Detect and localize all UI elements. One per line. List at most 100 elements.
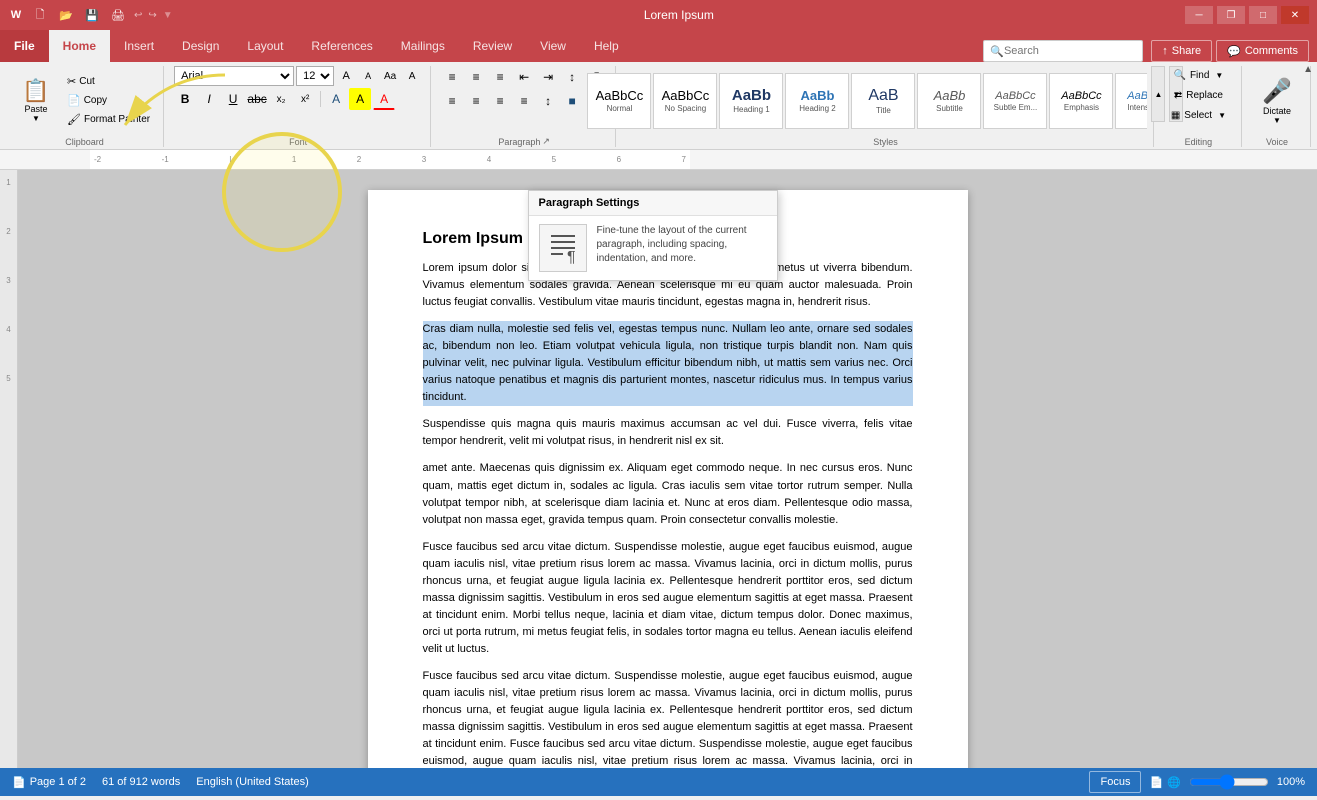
align-right-button[interactable]: ≡ <box>489 90 511 112</box>
word-count[interactable]: 61 of 912 words <box>102 776 180 788</box>
style-subtle-emphasis[interactable]: AaBbCc Subtle Em... <box>983 73 1047 129</box>
highlight-button[interactable]: A <box>349 88 371 110</box>
focus-button[interactable]: Focus <box>1089 771 1141 793</box>
increase-indent-button[interactable]: ⇥ <box>537 66 559 88</box>
page-status[interactable]: 📄 Page 1 of 2 <box>12 776 86 789</box>
style-no-spacing[interactable]: AaBbCc No Spacing <box>653 73 717 129</box>
maximize-button[interactable]: □ <box>1249 6 1277 24</box>
open-button[interactable]: 📂 <box>56 5 76 25</box>
more-button[interactable]: ▼ <box>163 10 173 21</box>
document-paragraph-5[interactable]: Fusce faucibus sed arcu vitae dictum. Su… <box>423 539 913 658</box>
close-button[interactable]: ✕ <box>1281 6 1309 24</box>
replace-button[interactable]: ⇄ Replace <box>1167 86 1230 104</box>
select-dropdown[interactable]: ▼ <box>1218 111 1226 120</box>
share-button[interactable]: ↑ Share <box>1151 40 1212 62</box>
zoom-slider[interactable] <box>1189 774 1269 790</box>
undo-button[interactable]: ↩ <box>134 10 142 21</box>
web-view-icon[interactable]: 🌐 <box>1167 776 1181 789</box>
center-button[interactable]: ≡ <box>465 90 487 112</box>
style-subtle-emphasis-label: Subtle Em... <box>994 103 1038 112</box>
tab-layout[interactable]: Layout <box>233 30 297 62</box>
language-status[interactable]: English (United States) <box>196 776 309 788</box>
ruler-mark-4: 4 <box>487 155 491 164</box>
document-area[interactable]: Paragraph Settings ¶ Fine-tune the layou… <box>18 170 1317 768</box>
style-emphasis-preview: AaBbCc <box>1061 90 1101 102</box>
document-paragraph-4[interactable]: amet ante. Maecenas quis dignissim ex. A… <box>423 460 913 528</box>
side-ruler-1: 1 <box>6 178 10 187</box>
tab-help[interactable]: Help <box>580 30 633 62</box>
document-page[interactable]: Paragraph Settings ¶ Fine-tune the layou… <box>368 190 968 768</box>
dictate-button[interactable]: 🎤 Dictate ▼ <box>1252 73 1302 129</box>
text-effect-button[interactable]: A <box>325 88 347 110</box>
italic-button[interactable]: I <box>198 88 220 110</box>
style-heading2-label: Heading 2 <box>799 104 835 113</box>
multilevel-button[interactable]: ≡ <box>489 66 511 88</box>
clipboard-group: 📋 Paste ▼ ✂ Cut 📄 Copy 🖌 Format Painter <box>6 66 164 147</box>
tab-insert[interactable]: Insert <box>110 30 168 62</box>
font-shrink-button[interactable]: A <box>358 66 378 86</box>
save-button[interactable]: 💾 <box>82 5 102 25</box>
zoom-level: 100% <box>1277 776 1305 788</box>
font-grow-button[interactable]: A <box>336 66 356 86</box>
find-button[interactable]: 🔍 Find ▼ <box>1167 66 1231 84</box>
style-subtitle[interactable]: AaBb Subtitle <box>917 73 981 129</box>
find-dropdown[interactable]: ▼ <box>1215 71 1223 80</box>
ruler-mark-2: 2 <box>357 155 361 164</box>
subscript-button[interactable]: x₂ <box>270 88 292 110</box>
superscript-button[interactable]: x² <box>294 88 316 110</box>
tab-review[interactable]: Review <box>459 30 526 62</box>
bullets-button[interactable]: ≡ <box>441 66 463 88</box>
redo-button[interactable]: ↪ <box>148 10 156 21</box>
tab-file[interactable]: File <box>0 30 49 62</box>
shading-button[interactable]: ■ <box>561 90 583 112</box>
select-button[interactable]: ▦ Select ▼ <box>1164 106 1233 124</box>
style-heading2[interactable]: AaBb Heading 2 <box>785 73 849 129</box>
paste-button[interactable]: 📋 Paste ▼ <box>14 73 58 129</box>
tab-home[interactable]: Home <box>49 30 110 62</box>
para-settings-icon[interactable]: ↗ <box>542 136 550 147</box>
style-intense-emphasis[interactable]: AaBbCc Intense E... <box>1115 73 1147 129</box>
print-view-icon[interactable]: 📄 <box>1149 776 1163 789</box>
print-button[interactable]: 🖨 <box>108 5 128 25</box>
comments-button[interactable]: 💬 Comments <box>1216 40 1309 62</box>
search-input[interactable] <box>1004 45 1134 57</box>
divider <box>320 91 321 107</box>
style-title[interactable]: AaB Title <box>851 73 915 129</box>
numbered-button[interactable]: ≡ <box>465 66 487 88</box>
restore-button[interactable]: ❐ <box>1217 6 1245 24</box>
dictate-icon: 🎤 <box>1262 77 1292 106</box>
sort-button[interactable]: ↕ <box>561 66 583 88</box>
font-color-button[interactable]: A <box>373 88 395 110</box>
strikethrough-button[interactable]: abc <box>246 88 268 110</box>
cut-button[interactable]: ✂ Cut <box>62 73 155 91</box>
change-case-button[interactable]: Aa <box>380 66 400 86</box>
document-paragraph-3[interactable]: Suspendisse quis magna quis mauris maxim… <box>423 416 913 450</box>
font-family-select[interactable]: Arial <box>174 66 294 86</box>
ribbon-collapse-button[interactable]: ▲ <box>1303 64 1313 75</box>
tab-mailings[interactable]: Mailings <box>387 30 459 62</box>
align-left-button[interactable]: ≡ <box>441 90 463 112</box>
tab-view[interactable]: View <box>526 30 580 62</box>
search-box[interactable]: 🔍 <box>983 40 1143 62</box>
new-button[interactable]: 🗋 <box>30 5 50 25</box>
tab-references[interactable]: References <box>297 30 386 62</box>
copy-button[interactable]: 📄 Copy <box>62 92 155 110</box>
minimize-button[interactable]: ─ <box>1185 6 1213 24</box>
tab-design[interactable]: Design <box>168 30 233 62</box>
decrease-indent-button[interactable]: ⇤ <box>513 66 535 88</box>
bold-button[interactable]: B <box>174 88 196 110</box>
font-size-select[interactable]: 12 <box>296 66 334 86</box>
style-normal[interactable]: AaBbCc Normal <box>587 73 651 129</box>
paste-dropdown[interactable]: ▼ <box>32 114 40 123</box>
clear-format-button[interactable]: A <box>402 66 422 86</box>
document-paragraph-6[interactable]: Fusce faucibus sed arcu vitae dictum. Su… <box>423 668 913 768</box>
style-emphasis[interactable]: AaBbCc Emphasis <box>1049 73 1113 129</box>
underline-button[interactable]: U <box>222 88 244 110</box>
style-heading1[interactable]: AaBb Heading 1 <box>719 73 783 129</box>
justify-button[interactable]: ≡ <box>513 90 535 112</box>
voice-content: 🎤 Dictate ▼ <box>1252 66 1302 135</box>
format-painter-button[interactable]: 🖌 Format Painter <box>62 111 155 129</box>
document-paragraph-2[interactable]: Cras diam nulla, molestie sed felis vel,… <box>423 321 913 406</box>
dictate-dropdown[interactable]: ▼ <box>1273 116 1281 125</box>
line-spacing-button[interactable]: ↕ <box>537 90 559 112</box>
